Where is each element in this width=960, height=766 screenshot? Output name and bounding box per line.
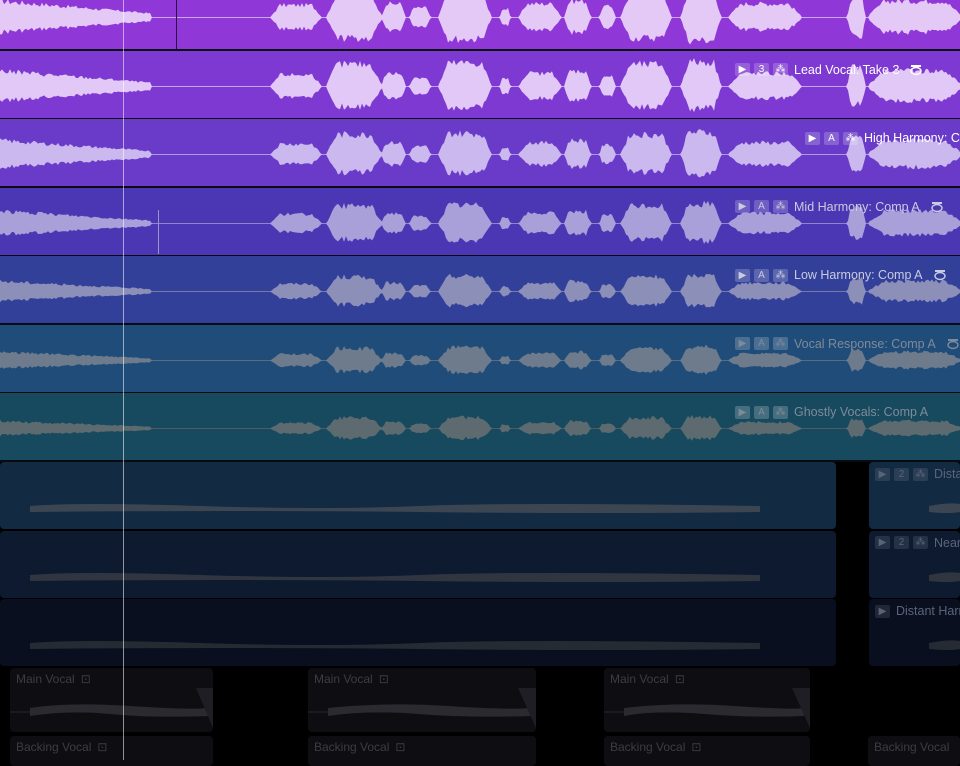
waveform	[30, 504, 760, 513]
clip-main-vocal-3[interactable]: Main Vocal ⊡	[604, 668, 810, 732]
clip-label: Backing Vocal	[16, 740, 92, 754]
loop-icon[interactable]	[946, 338, 960, 350]
clip-waveform	[10, 688, 213, 728]
region-name: Vocal Response: Comp A	[794, 336, 936, 351]
comp-icon[interactable]: ⁂	[843, 131, 858, 145]
clip-backing-vocal-4[interactable]: Backing Vocal	[868, 736, 960, 766]
take-badge[interactable]: 3	[754, 63, 769, 76]
loop-icon[interactable]	[909, 64, 923, 76]
clip-backing-vocal-2[interactable]: Backing Vocal ⊡	[308, 736, 536, 766]
region-right[interactable]: ▶Distant Harmo	[869, 599, 960, 666]
clip-waveform	[604, 688, 810, 728]
play-icon[interactable]: ▶	[735, 405, 750, 419]
play-icon[interactable]: ▶	[735, 63, 750, 76]
clip-waveform	[308, 688, 536, 728]
waveform	[30, 572, 760, 582]
loop-icon[interactable]	[933, 269, 947, 281]
track-row	[0, 0, 960, 49]
loop-icon[interactable]	[930, 201, 944, 213]
region-name: Lead Vocal: Take 3	[794, 62, 900, 77]
region-name: Mid Harmony: Comp A	[794, 199, 920, 214]
take-badge[interactable]: A	[824, 131, 839, 145]
clip-label: Backing Vocal	[874, 740, 950, 754]
region-left[interactable]	[0, 462, 836, 529]
comp-icon[interactable]: ⁂	[773, 63, 788, 76]
region-header: ▶ A ⁂ Ghostly Vocals: Comp A	[735, 405, 934, 419]
play-icon[interactable]: ▶	[735, 337, 750, 350]
clip-backing-vocal-1[interactable]: Backing Vocal ⊡	[10, 736, 213, 766]
clip-main-vocal-2[interactable]: Main Vocal ⊡	[308, 668, 536, 732]
region-name: High Harmony: C	[864, 131, 960, 145]
comp-icon[interactable]: ⁂	[773, 405, 788, 419]
playhead[interactable]	[123, 0, 124, 760]
waveform	[929, 640, 960, 650]
take-badge[interactable]: A	[754, 268, 769, 282]
waveform	[0, 344, 960, 375]
clip-main-vocal-1[interactable]: Main Vocal ⊡	[10, 668, 213, 732]
track-row: ▶ 3 ⁂ Lead Vocal: Take 3	[0, 50, 960, 118]
play-icon[interactable]: ▶	[735, 200, 750, 213]
region-left[interactable]	[0, 599, 836, 666]
comp-icon[interactable]: ⁂	[773, 337, 788, 350]
play-icon[interactable]: ▶	[735, 268, 750, 282]
region-right[interactable]: ▶ 2 ⁂ Dista	[869, 462, 960, 529]
waveform	[929, 571, 960, 582]
take-badge[interactable]: A	[754, 337, 769, 350]
region-header: ▶ A ⁂ Mid Harmony: Comp A	[735, 200, 944, 214]
loop-icon: ⊡	[691, 740, 702, 754]
region-boundary[interactable]	[176, 0, 177, 49]
track-row: ▶ A ⁂ Mid Harmony: Comp A	[0, 187, 960, 255]
region-header: ▶ A ⁂ High Harmony: C	[805, 131, 960, 145]
waveform	[0, 57, 960, 112]
region-name: Low Harmony: Comp A	[794, 268, 923, 282]
loop-icon: ⊡	[97, 740, 108, 754]
region-header: ▶ A ⁂ Low Harmony: Comp A	[735, 268, 947, 282]
region-left[interactable]	[0, 530, 836, 598]
take-badge[interactable]: A	[754, 405, 769, 419]
comp-icon[interactable]: ⁂	[773, 268, 788, 282]
region-name: Ghostly Vocals: Comp A	[794, 405, 929, 419]
track-row: ▶ A ⁂ Ghostly Vocals: Comp A	[0, 393, 960, 460]
clip-backing-vocal-3[interactable]: Backing Vocal ⊡	[604, 736, 810, 766]
region-header: ▶ A ⁂ Vocal Response: Comp A	[735, 337, 960, 351]
waveform	[0, 200, 960, 244]
track-row: ▶ A ⁂ Low Harmony: Comp A	[0, 256, 960, 323]
region-right[interactable]: ▶ 2 ⁂ Near	[869, 530, 960, 598]
comp-icon[interactable]: ⁂	[773, 200, 788, 213]
track-row: ▶ A ⁂ High Harmony: C	[0, 119, 960, 186]
play-icon[interactable]: ▶	[805, 131, 820, 145]
waveform	[0, 273, 960, 308]
waveform	[0, 0, 960, 45]
waveform	[0, 414, 960, 441]
waveform	[30, 641, 760, 650]
waveform	[0, 129, 960, 178]
loop-icon: ⊡	[395, 740, 406, 754]
clip-label: Backing Vocal	[610, 740, 686, 754]
take-badge[interactable]: A	[754, 200, 769, 213]
region-header: ▶ 3 ⁂ Lead Vocal: Take 3	[735, 63, 923, 77]
edit-marker[interactable]	[158, 209, 159, 254]
track-row: ▶ A ⁂ Vocal Response: Comp A	[0, 324, 960, 392]
waveform	[929, 503, 960, 513]
clip-label: Backing Vocal	[314, 740, 390, 754]
